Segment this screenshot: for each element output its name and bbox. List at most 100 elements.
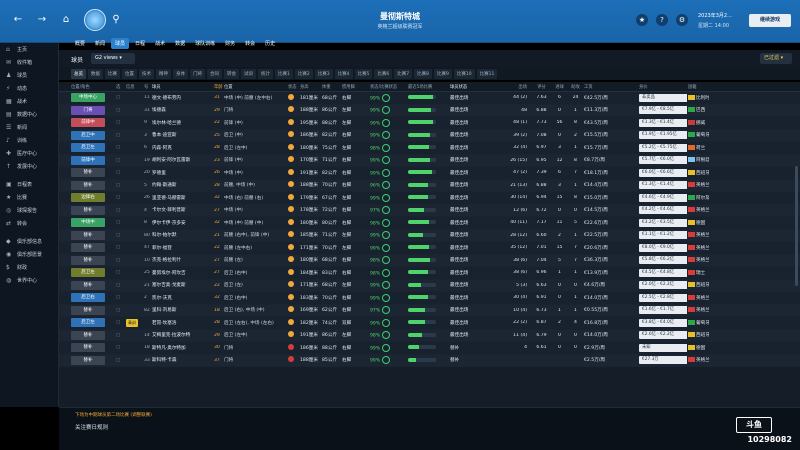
help-icon[interactable]: ? <box>656 14 668 26</box>
column-header[interactable]: 位置/角色 <box>59 84 115 90</box>
view-tab[interactable]: 比赛4 <box>334 68 353 79</box>
select-cell[interactable]: ▢ <box>115 320 125 325</box>
select-cell[interactable]: ▢ <box>115 195 125 200</box>
sidebar-item[interactable]: ✚ 医疗中心 <box>0 147 58 160</box>
role-tag[interactable]: 替补 <box>71 230 105 240</box>
select-checkbox-icon[interactable]: ▢ <box>116 245 120 250</box>
select-cell[interactable]: ▢ <box>115 183 125 188</box>
role-cell[interactable]: 前锋中 <box>59 118 115 128</box>
nav-tab[interactable]: 球员 <box>111 37 130 49</box>
view-tab[interactable]: 比赛8 <box>414 68 432 79</box>
role-cell[interactable]: 替补 <box>59 305 115 315</box>
player-name[interactable]: 伊尔卡伊·京多安 <box>151 220 213 226</box>
player-name[interactable]: 若昂·坎塞洛 <box>151 320 213 326</box>
view-tab[interactable]: 比赛6 <box>374 68 393 79</box>
column-header[interactable]: 国籍 <box>687 84 709 90</box>
player-name[interactable]: 埃尔林·哈兰德 <box>151 120 213 126</box>
view-tab[interactable]: 总览 <box>71 68 86 79</box>
role-cell[interactable]: 门将 <box>59 105 115 115</box>
view-tab[interactable]: 比赛9 <box>434 68 452 79</box>
table-row[interactable]: 替补 ▢ 5 约翰·斯通斯 28 前腰, 中场 (中) 188厘米 70公斤 右脚 96% 最佳出场… <box>59 179 800 192</box>
select-checkbox-icon[interactable]: ▢ <box>116 345 120 350</box>
table-row[interactable]: 替补 ▢ 47 菲尔·福登 22 前腰 (左中右) 171厘米 70公斤 左脚 99% 最佳出场 35… <box>59 242 800 255</box>
sidebar-item[interactable]: ☰ 新闻 <box>0 121 58 134</box>
role-cell[interactable]: 替补 <box>59 330 115 340</box>
role-cell[interactable]: 前锋中 <box>59 155 115 165</box>
role-cell[interactable]: 替补 <box>59 168 115 178</box>
column-header[interactable]: 选 <box>115 84 125 90</box>
table-row[interactable]: 替补 ▢ 80 科尔·帕尔默 21 前腰 (右中), 前锋 (中) 185厘米 71公斤 左脚 9… <box>59 229 800 242</box>
select-checkbox-icon[interactable]: ▢ <box>116 170 120 175</box>
sidebar-item[interactable]: ★ 比赛 <box>0 191 58 204</box>
player-name[interactable]: 胡利安·阿尔瓦雷斯 <box>151 157 213 163</box>
trophy-icon[interactable]: ★ <box>636 14 648 26</box>
player-name[interactable]: 斯特凡·奥尔特加 <box>151 345 213 351</box>
filter-dropdown[interactable]: 已过滤 ▾ <box>760 53 792 64</box>
select-checkbox-icon[interactable]: ▢ <box>116 95 120 100</box>
select-checkbox-icon[interactable]: ▢ <box>116 320 120 325</box>
role-cell[interactable]: 后卫左 <box>59 318 115 328</box>
column-header[interactable]: 评分 <box>531 84 551 90</box>
player-name[interactable]: 曼努埃尔·阿坎吉 <box>151 270 213 276</box>
column-header[interactable]: 身价 <box>623 84 687 90</box>
footer-title[interactable]: 关注赛日规则 <box>75 423 108 431</box>
role-tag[interactable]: 后卫左 <box>71 268 105 278</box>
player-name[interactable]: 科尔·帕尔默 <box>151 232 213 238</box>
view-tab[interactable]: 数据 <box>88 68 103 79</box>
player-name[interactable]: 德文·德布劳内 <box>151 95 213 101</box>
role-cell[interactable]: 后卫左 <box>59 268 115 278</box>
view-tab[interactable]: 转会 <box>224 68 239 79</box>
column-header[interactable]: 身高 <box>299 84 321 90</box>
view-tab[interactable]: 比赛 <box>105 68 120 79</box>
table-row[interactable]: 后卫左 ▢ 6 内森·阿克 28 后卫 (左中) 180厘米 75公斤 左脚 98% 最佳出场 32 … <box>59 142 800 155</box>
role-cell[interactable]: 中场中心 <box>59 93 115 103</box>
select-checkbox-icon[interactable]: ▢ <box>116 258 120 263</box>
table-row[interactable]: 替补 ▢ 21 塞尔吉奥·戈麦斯 22 后卫 (左) 171厘米 68公斤 左脚 99% 最佳出场 5… <box>59 279 800 292</box>
select-checkbox-icon[interactable]: ▢ <box>116 333 120 338</box>
select-cell[interactable]: ▢ <box>115 358 125 363</box>
select-checkbox-icon[interactable]: ▢ <box>116 183 120 188</box>
select-cell[interactable]: ▢ <box>115 208 125 213</box>
select-cell[interactable]: ▢ <box>115 95 125 100</box>
player-name[interactable]: 艾梅里克·拉波尔特 <box>151 332 213 338</box>
nav-tab[interactable]: 财务 <box>221 38 239 49</box>
table-row[interactable]: 前锋中 ▢ 19 胡利安·阿尔瓦雷斯 23 前锋 (中) 170厘米 71公斤 右脚 99% 最佳出… <box>59 154 800 167</box>
role-tag[interactable]: 中场中心 <box>71 93 105 103</box>
table-row[interactable]: 替补 ▢ 20 罗德里 26 中场 (中) 191厘米 82公斤 右脚 99% 最佳出场 47 (2)… <box>59 167 800 180</box>
role-tag[interactable]: 替补 <box>71 330 105 340</box>
player-name[interactable]: 卡尔文·菲利普斯 <box>151 207 213 213</box>
sidebar-item[interactable]: ▣ 日程表 <box>0 178 58 191</box>
column-header[interactable]: 位置 <box>223 84 287 90</box>
role-tag[interactable]: 中场中 <box>71 218 105 228</box>
select-cell[interactable]: ▢ <box>115 295 125 300</box>
select-cell[interactable]: ▢ <box>115 308 125 313</box>
player-name[interactable]: 菲尔·福登 <box>151 245 213 251</box>
player-name[interactable]: 内森·阿克 <box>151 145 213 151</box>
sidebar-item[interactable]: ♪ 训练 <box>0 134 58 147</box>
role-tag[interactable]: 边锋右 <box>71 193 105 203</box>
sidebar-item[interactable]: ⇄ 转会 <box>0 217 58 230</box>
select-cell[interactable]: ▢ <box>115 283 125 288</box>
role-tag[interactable]: 替补 <box>71 305 105 315</box>
role-tag[interactable]: 替补 <box>71 355 105 365</box>
sidebar-item[interactable]: ◉ 俱乐部愿景 <box>0 248 58 261</box>
select-cell[interactable]: ▢ <box>115 108 125 113</box>
column-header[interactable]: 年龄 <box>213 84 223 90</box>
role-tag[interactable]: 后卫左 <box>71 318 105 328</box>
nav-tab[interactable]: 概要 <box>71 38 89 49</box>
player-name[interactable]: 凯尔·沃克 <box>151 295 213 301</box>
select-cell[interactable]: ▢ <box>115 145 125 150</box>
table-row[interactable]: 中场中 ▢ 8 伊尔卡伊·京多安 32 中场 (中) 前腰 (中) 180厘米 80公斤 右脚 9… <box>59 217 800 230</box>
role-cell[interactable]: 替补 <box>59 180 115 190</box>
select-checkbox-icon[interactable]: ▢ <box>116 220 120 225</box>
sidebar-item[interactable]: ◎ 球探报告 <box>0 204 58 217</box>
sidebar-item[interactable]: ♟ 球员 <box>0 69 58 82</box>
role-tag[interactable]: 替补 <box>71 168 105 178</box>
table-row[interactable]: 边锋右 ▢ 26 里亚德·马赫雷斯 32 中场 (右) 前腰 (右) 179厘米 67公斤 左脚… <box>59 192 800 205</box>
role-cell[interactable]: 替补 <box>59 255 115 265</box>
select-checkbox-icon[interactable]: ▢ <box>116 270 120 275</box>
nav-tab[interactable]: 新闻 <box>91 38 109 49</box>
nav-tab[interactable]: 历史 <box>261 38 279 49</box>
select-cell[interactable]: ▢ <box>115 133 125 138</box>
sidebar-item[interactable]: ↑ 发展中心 <box>0 160 58 173</box>
